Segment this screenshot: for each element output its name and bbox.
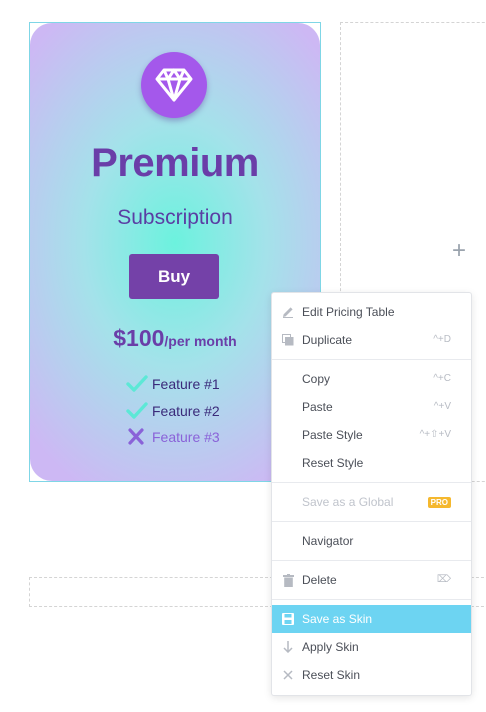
- feature-item: Feature #3: [126, 426, 220, 448]
- menu-divider: [272, 560, 471, 561]
- pro-badge: PRO: [427, 497, 451, 508]
- duplicate-icon: [281, 333, 295, 347]
- check-icon: [126, 402, 152, 420]
- save-icon: [281, 612, 295, 626]
- shortcut-label: ^+D: [433, 334, 451, 345]
- cross-icon: [126, 428, 152, 446]
- menu-item-copy[interactable]: Copy ^+C: [272, 365, 471, 393]
- menu-item-paste-style[interactable]: Paste Style ^+⇧+V: [272, 421, 471, 449]
- menu-item-reset-style[interactable]: Reset Style: [272, 449, 471, 477]
- shortcut-label: ^+⇧+V: [419, 429, 451, 440]
- menu-item-save-global: Save as a Global PRO: [272, 488, 471, 516]
- buy-button[interactable]: Buy: [129, 254, 219, 299]
- pencil-icon: [281, 305, 295, 319]
- card-title: Premium: [91, 141, 259, 185]
- close-icon: [281, 668, 295, 682]
- feature-label: Feature #2: [152, 403, 220, 419]
- price-amount: $100: [113, 325, 165, 351]
- price-period: /per month: [164, 333, 237, 349]
- menu-item-save-skin[interactable]: Save as Skin: [272, 605, 471, 633]
- context-menu: Edit Pricing Table Duplicate ^+D Copy ^+…: [271, 292, 472, 696]
- plus-icon[interactable]: +: [449, 239, 469, 263]
- menu-item-reset-skin[interactable]: Reset Skin: [272, 661, 471, 689]
- trash-icon: [281, 573, 295, 587]
- menu-item-apply-skin[interactable]: Apply Skin: [272, 633, 471, 661]
- menu-item-duplicate[interactable]: Duplicate ^+D: [272, 326, 471, 354]
- shortcut-label: ^+C: [433, 373, 451, 384]
- check-icon: [126, 375, 152, 393]
- menu-divider: [272, 599, 471, 600]
- diamond-icon: [141, 52, 207, 118]
- menu-item-delete[interactable]: Delete ⌦: [272, 566, 471, 594]
- shortcut-label: ⌦: [436, 574, 451, 585]
- menu-item-paste[interactable]: Paste ^+V: [272, 393, 471, 421]
- feature-label: Feature #3: [152, 429, 220, 445]
- arrow-down-icon: [281, 640, 295, 654]
- shortcut-label: ^+V: [433, 401, 451, 412]
- menu-item-edit[interactable]: Edit Pricing Table: [272, 298, 471, 326]
- feature-item: Feature #2: [126, 400, 220, 422]
- menu-divider: [272, 359, 471, 360]
- menu-divider: [272, 521, 471, 522]
- menu-divider: [272, 482, 471, 483]
- menu-item-navigator[interactable]: Navigator: [272, 527, 471, 555]
- feature-item: Feature #1: [126, 373, 220, 395]
- feature-label: Feature #1: [152, 376, 220, 392]
- card-subtitle: Subscription: [117, 206, 233, 229]
